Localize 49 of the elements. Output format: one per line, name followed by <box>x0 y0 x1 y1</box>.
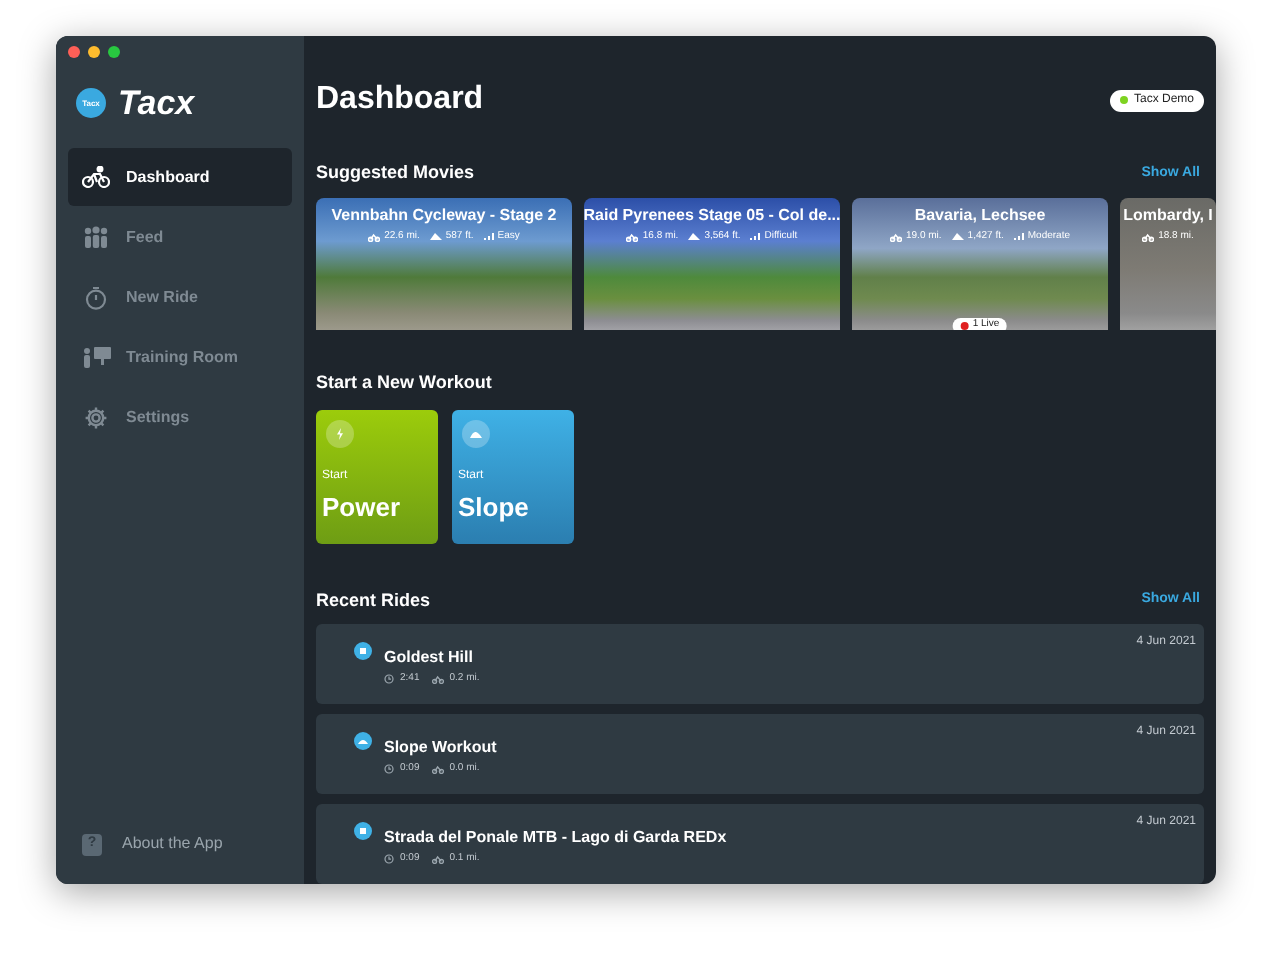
cyclist-icon <box>431 854 444 865</box>
page-title: Dashboard <box>316 84 484 116</box>
hill-icon <box>470 429 482 437</box>
zoom-window-button[interactable] <box>108 46 120 58</box>
minimize-window-button[interactable] <box>88 46 100 58</box>
cyclist-icon <box>626 231 639 242</box>
people-icon <box>82 226 110 248</box>
clock-icon <box>384 674 394 685</box>
movie-title: Raid Pyrenees Stage 05 - Col de... <box>583 205 841 225</box>
clock-icon <box>384 764 394 775</box>
clock-icon <box>384 854 394 865</box>
sidebar-item[interactable]: Feed <box>68 208 292 266</box>
movie-title: Vennbahn Cycleway - Stage 2 <box>331 205 557 225</box>
sidebar-item[interactable]: Settings <box>68 388 292 446</box>
tile-title: Slope <box>458 493 531 519</box>
section-title: Start a New Workout <box>316 370 494 396</box>
sidebar-item[interactable]: Dashboard <box>68 148 292 206</box>
ride-name: Strada del Ponale MTB - Lago di Garda REDx <box>384 826 729 850</box>
section-title: Recent Rides <box>316 587 431 613</box>
cyclist-icon <box>1142 231 1155 242</box>
difficulty-icon <box>483 232 494 241</box>
cyclist-icon <box>368 231 381 242</box>
bicycle-icon <box>82 166 110 188</box>
sidebar-item[interactable]: New Ride <box>68 268 292 326</box>
difficulty-icon <box>750 232 761 241</box>
ride-type-icon <box>354 822 372 840</box>
close-window-button[interactable] <box>68 46 80 58</box>
ride-name: Slope Workout <box>384 736 499 760</box>
ride-name: Goldest Hill <box>384 646 475 670</box>
elevation-icon <box>951 232 964 241</box>
stopwatch-icon <box>84 285 108 309</box>
movie-title: Lombardy, I <box>1123 205 1213 225</box>
sidebar-item[interactable]: Training Room <box>68 328 292 386</box>
elevation-icon <box>429 232 442 241</box>
cyclist-icon <box>431 764 444 775</box>
hill-icon <box>354 732 372 750</box>
lightning-icon <box>336 427 344 439</box>
difficulty-icon <box>1013 232 1024 241</box>
cyclist-icon <box>431 674 444 685</box>
logo-text: Tacx <box>118 86 195 120</box>
movie-title: Bavaria, Lechsee <box>914 205 1046 225</box>
about-link[interactable]: About the App <box>122 832 223 856</box>
ride-type-icon <box>354 642 372 660</box>
elevation-icon <box>688 232 701 241</box>
settings-icon <box>84 405 108 429</box>
cyclist-icon <box>890 231 902 242</box>
section-title: Suggested Movies <box>316 160 475 186</box>
trainer-screen-icon <box>81 346 111 368</box>
tile-title: Power <box>322 493 403 519</box>
